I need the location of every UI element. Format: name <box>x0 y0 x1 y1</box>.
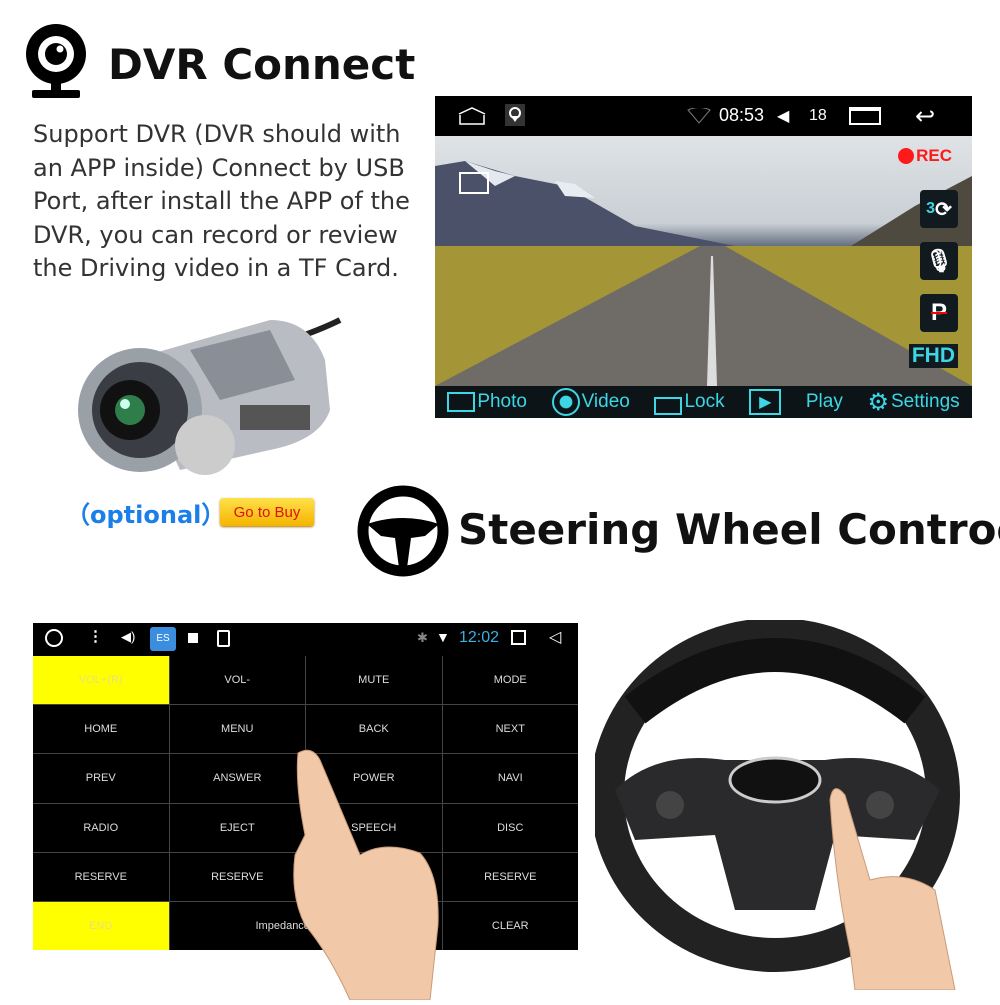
home-icon[interactable] <box>457 106 487 131</box>
steering-wheel-photo <box>590 618 965 991</box>
swc-button-prev[interactable]: PREV <box>33 754 169 803</box>
swc-button-mute[interactable]: MUTE <box>306 656 442 705</box>
swc-button-reserve[interactable]: RESERVE <box>169 852 305 901</box>
steering-wheel-icon <box>355 484 451 578</box>
swc-button-answer[interactable]: ANSWER <box>169 754 305 803</box>
file-explorer-icon[interactable]: ES <box>150 627 176 651</box>
lock-icon <box>654 397 683 415</box>
more-menu-icon[interactable]: ⋮ <box>88 627 103 645</box>
video-icon <box>551 388 580 416</box>
clock: 12:02 <box>459 629 500 646</box>
dvr-title: DVR Connect <box>108 40 416 89</box>
pointing-hand-image <box>290 745 460 1001</box>
wifi-icon <box>687 107 711 129</box>
loop-record-icon[interactable]: 3 ⟳ <box>920 190 958 228</box>
home-circle-icon[interactable] <box>45 629 63 647</box>
play-icon[interactable]: ▶ <box>749 389 782 415</box>
swc-button-vol-up[interactable]: VOL+(R) <box>33 656 169 705</box>
wifi-icon: ▼ <box>436 629 450 645</box>
lock-label: Lock <box>684 391 725 412</box>
settings-label: Settings <box>890 391 960 412</box>
rec-dot-icon <box>898 148 915 164</box>
volume-icon: ◀) <box>121 629 136 644</box>
photo-button[interactable]: Photo <box>447 391 527 413</box>
swc-button-vol-down[interactable]: VOL- <box>169 656 305 705</box>
folder-icon[interactable] <box>459 172 489 194</box>
swc-button-navi[interactable]: NAVI <box>442 754 578 803</box>
dvr-bottom-bar: Photo Video Lock ▶ Play ⚙ Settings <box>435 386 972 418</box>
swc-button-disc[interactable]: DISC <box>442 803 578 852</box>
swc-button-clear[interactable]: CLEAR <box>442 901 578 950</box>
swc-button-reserve[interactable]: RESERVE <box>442 852 578 901</box>
swc-button-menu[interactable]: MENU <box>169 705 305 754</box>
recent-apps-icon[interactable] <box>511 630 526 645</box>
swc-button-radio[interactable]: RADIO <box>33 803 169 852</box>
camera-icon <box>447 392 476 412</box>
resolution-badge[interactable]: FHD <box>908 344 958 368</box>
back-icon[interactable]: ◁ <box>549 627 561 647</box>
location-icon[interactable] <box>505 104 525 126</box>
microphone-icon[interactable]: 🎙 <box>920 242 958 280</box>
optional-label: （optional） <box>66 501 226 529</box>
recent-apps-icon[interactable] <box>849 107 881 125</box>
swc-button-next[interactable]: NEXT <box>442 705 578 754</box>
swc-button-eject[interactable]: EJECT <box>169 803 305 852</box>
lock-button[interactable]: Lock <box>654 389 725 415</box>
swc-button-end[interactable]: END <box>33 901 169 950</box>
camera-preview: REC 3 ⟳ 🎙 P FHD <box>435 136 972 386</box>
back-icon[interactable]: ↩ <box>915 102 935 131</box>
image-icon <box>188 633 198 643</box>
go-to-buy-button[interactable]: Go to Buy <box>220 498 314 526</box>
photo-label: Photo <box>477 391 527 412</box>
rec-label: REC <box>916 146 952 165</box>
rec-indicator: REC <box>898 146 952 166</box>
loop-count: 3 <box>926 200 936 217</box>
dvr-camera-image <box>70 300 345 485</box>
sd-card-icon <box>217 630 230 647</box>
video-button[interactable]: Video <box>551 388 630 416</box>
play-button[interactable]: Play <box>806 391 843 413</box>
status-bar: 08:53 ◀ 18 ↩ <box>435 96 972 136</box>
dvr-app-screen: 08:53 ◀ 18 ↩ REC 3 ⟳ 🎙 P FHD Photo Video … <box>435 96 972 418</box>
volume-level: 18 <box>809 107 827 124</box>
swc-button-mode[interactable]: MODE <box>442 656 578 705</box>
webcam-icon <box>22 22 90 100</box>
status-bar: ⋮ ◀) ES ✱ ▼ 12:02 ◁ <box>33 623 578 656</box>
clock: 08:53 <box>719 105 765 125</box>
bluetooth-icon: ✱ <box>417 630 428 645</box>
video-label: Video <box>581 391 630 412</box>
parking-off-icon[interactable]: P <box>920 294 958 332</box>
dvr-description: Support DVR (DVR should with an APP insi… <box>33 120 410 282</box>
settings-button[interactable]: ⚙ Settings <box>867 388 959 417</box>
steering-title: Steering Wheel Controol <box>458 505 1000 554</box>
swc-button-reserve[interactable]: RESERVE <box>33 852 169 901</box>
volume-icon[interactable]: ◀ <box>777 106 789 126</box>
swc-button-home[interactable]: HOME <box>33 705 169 754</box>
gear-icon: ⚙ <box>867 388 889 416</box>
